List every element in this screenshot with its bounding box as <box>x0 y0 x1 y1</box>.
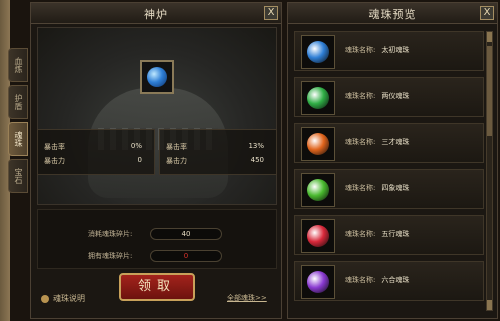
orb-icon <box>307 271 329 293</box>
consume-label: 消耗魂珠碎片: <box>88 230 133 238</box>
orb-list: 魂珠名称: 太初魂珠 魂珠名称: 两仪魂珠 魂珠名称: 三才魂珠 魂珠名称: 四象魂珠 魂珠名称… <box>294 31 484 307</box>
scroll-up-icon[interactable] <box>487 32 492 42</box>
tab-shield[interactable]: 护盾 <box>8 85 28 119</box>
orb-icon <box>147 67 167 87</box>
orb-info: 魂珠名称: 三才魂珠 <box>345 137 409 147</box>
orb-name: 六合魂珠 <box>381 276 410 284</box>
next-stats: 暴击率 13% 暴击力 450 <box>159 129 277 175</box>
preview-titlebar: 魂珠预览 X <box>288 3 497 24</box>
orb-name: 四象魂珠 <box>381 184 410 192</box>
scrollbar[interactable] <box>486 31 493 311</box>
orb-slot[interactable] <box>140 60 174 94</box>
current-stats: 暴击率 0% 暴击力 0 <box>37 129 155 175</box>
orb-info: 魂珠名称: 两仪魂珠 <box>345 91 409 101</box>
furnace-display <box>37 27 277 205</box>
list-item[interactable]: 魂珠名称: 三才魂珠 <box>294 123 484 163</box>
owned-value: 0 <box>150 250 222 262</box>
orb-info: 魂珠名称: 太初魂珠 <box>345 45 409 55</box>
list-item[interactable]: 魂珠名称: 六合魂珠 <box>294 261 484 301</box>
current-crit-rate-label: 暴击率 <box>44 143 65 151</box>
orb-info: 魂珠名称: 四象魂珠 <box>345 183 409 193</box>
current-crit-power-label: 暴击力 <box>44 157 65 165</box>
orb-name: 两仪魂珠 <box>381 92 410 100</box>
orb-frame <box>301 265 335 299</box>
next-crit-power-label: 暴击力 <box>166 157 187 165</box>
orb-frame <box>301 35 335 69</box>
orb-name: 五行魂珠 <box>381 230 410 238</box>
orb-name-label: 魂珠名称: <box>345 92 376 100</box>
help-link-label: 魂珠说明 <box>53 294 85 303</box>
consume-value: 40 <box>150 228 222 240</box>
next-crit-rate-label: 暴击率 <box>166 143 187 151</box>
orb-preview-panel: 魂珠预览 X 魂珠名称: 太初魂珠 魂珠名称: 两仪魂珠 魂珠名称: 三才魂珠 魂珠名称: 四… <box>287 2 498 319</box>
owned-label: 拥有魂珠碎片: <box>88 252 133 260</box>
furnace-title: 神炉 <box>144 8 168 21</box>
orb-icon <box>307 41 329 63</box>
orb-frame <box>301 81 335 115</box>
current-crit-rate-value: 0% <box>130 142 142 150</box>
list-item[interactable]: 魂珠名称: 两仪魂珠 <box>294 77 484 117</box>
current-crit-power-value: 0 <box>137 156 142 164</box>
list-item[interactable]: 魂珠名称: 太初魂珠 <box>294 31 484 71</box>
orb-name-label: 魂珠名称: <box>345 276 376 284</box>
next-crit-power-value: 450 <box>250 156 264 164</box>
list-item[interactable]: 魂珠名称: 五行魂珠 <box>294 215 484 255</box>
orb-frame <box>301 127 335 161</box>
fragment-area: 消耗魂珠碎片: 40 拥有魂珠碎片: 0 <box>37 209 277 269</box>
furnace-panel: 神炉 X 暴击率 0% 暴击力 0 暴击率 13% 暴击力 450 消耗魂珠碎片: 40… <box>30 2 282 319</box>
orb-name-label: 魂珠名称: <box>345 184 376 192</box>
help-link[interactable]: 魂珠说明 <box>41 293 85 304</box>
orb-icon <box>307 87 329 109</box>
orb-name-label: 魂珠名称: <box>345 138 376 146</box>
tab-blood[interactable]: 血炼 <box>8 48 28 82</box>
list-item[interactable]: 魂珠名称: 四象魂珠 <box>294 169 484 209</box>
receive-button[interactable]: 领取 <box>119 273 195 301</box>
orb-icon <box>307 133 329 155</box>
orb-name: 太初魂珠 <box>381 46 410 54</box>
tab-orb[interactable]: 魂珠 <box>8 122 28 156</box>
all-orbs-link[interactable]: 全部魂珠>> <box>227 293 267 303</box>
scroll-down-icon[interactable] <box>487 300 492 310</box>
orb-info: 魂珠名称: 五行魂珠 <box>345 229 409 239</box>
help-icon <box>41 294 49 303</box>
next-crit-rate-value: 13% <box>248 142 264 150</box>
preview-close-button[interactable]: X <box>480 6 494 20</box>
orb-frame <box>301 219 335 253</box>
orb-icon <box>307 225 329 247</box>
orb-name: 三才魂珠 <box>381 138 410 146</box>
orb-name-label: 魂珠名称: <box>345 46 376 54</box>
furnace-titlebar: 神炉 X <box>31 3 281 24</box>
preview-title: 魂珠预览 <box>368 8 417 21</box>
stats-area: 暴击率 0% 暴击力 0 暴击率 13% 暴击力 450 <box>37 129 277 177</box>
orb-frame <box>301 173 335 207</box>
orb-info: 魂珠名称: 六合魂珠 <box>345 275 409 285</box>
orb-name-label: 魂珠名称: <box>345 230 376 238</box>
tab-gem[interactable]: 宝石 <box>8 159 28 193</box>
orb-icon <box>307 179 329 201</box>
furnace-close-button[interactable]: X <box>264 6 278 20</box>
scroll-thumb[interactable] <box>487 46 492 136</box>
side-tabs: 血炼 护盾 魂珠 宝石 <box>8 48 28 196</box>
